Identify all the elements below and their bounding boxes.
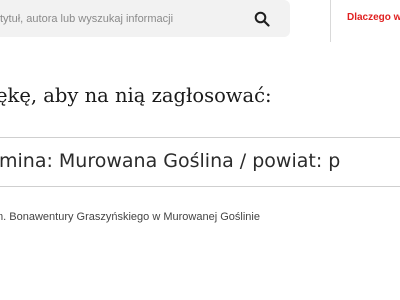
location-select-value: mina: Murowana Goślina / powiat: p xyxy=(0,150,341,172)
page: Dlaczego w ękę, aby na nią zagłosować: m… xyxy=(0,0,400,300)
top-bar: Dlaczego w xyxy=(0,0,400,42)
header-divider xyxy=(330,0,331,42)
search-icon[interactable] xyxy=(254,11,270,27)
library-name: m. Bonawentury Graszyńskiego w Murowanej… xyxy=(0,211,260,223)
location-select[interactable]: mina: Murowana Goślina / powiat: p xyxy=(0,137,400,187)
search-box xyxy=(0,0,290,37)
page-heading: ękę, aby na nią zagłosować: xyxy=(0,84,272,107)
search-input[interactable] xyxy=(0,0,250,37)
why-link[interactable]: Dlaczego w xyxy=(347,12,400,23)
